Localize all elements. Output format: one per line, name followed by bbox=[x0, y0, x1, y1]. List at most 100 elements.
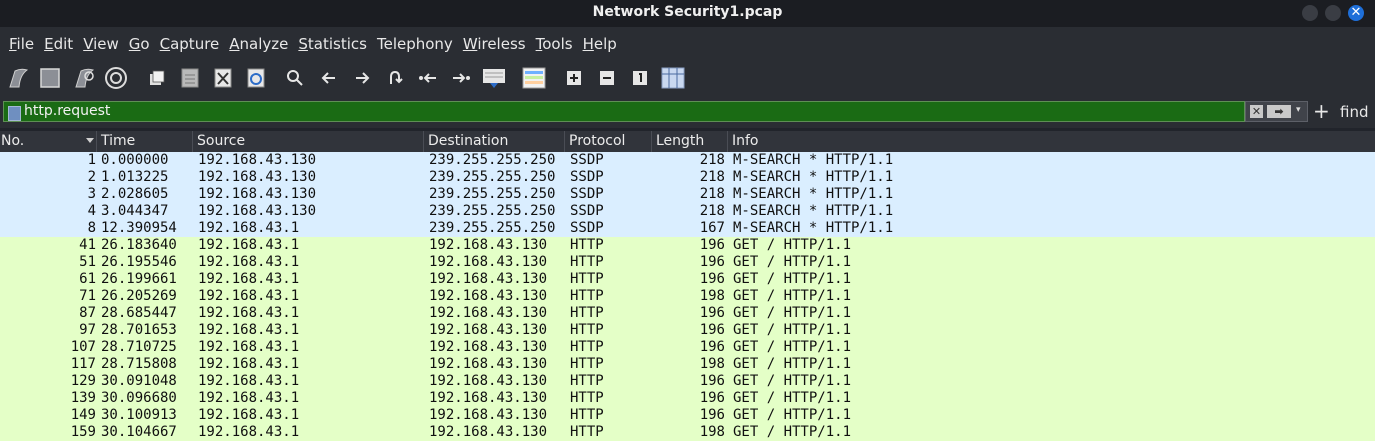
packet-row[interactable]: 8 12.390954 192.168.43.1 239.255.255.250 SSD… bbox=[0, 220, 1375, 237]
packet-cell-dst: 239.255.255.250 bbox=[429, 220, 556, 236]
clear-filter-icon[interactable]: ✕ bbox=[1250, 105, 1263, 118]
packet-cell-proto: HTTP bbox=[570, 271, 604, 287]
packet-cell-proto: SSDP bbox=[570, 186, 604, 202]
column-header-destination[interactable]: Destination bbox=[424, 131, 565, 152]
packet-row[interactable]: 41 26.183640 192.168.43.1 192.168.43.130 HTT… bbox=[0, 237, 1375, 254]
open-file-icon[interactable] bbox=[144, 65, 170, 91]
packet-cell-no: 2 bbox=[87, 169, 96, 185]
packet-row[interactable]: 139 30.096680 192.168.43.1 192.168.43.130 HT… bbox=[0, 390, 1375, 407]
capture-options-icon[interactable] bbox=[103, 65, 129, 91]
colorize-icon[interactable] bbox=[521, 65, 547, 91]
column-header-length[interactable]: Length bbox=[652, 131, 728, 152]
title-bar: Network Security1.pcap ✕ bbox=[0, 0, 1375, 27]
packet-cell-info: M-SEARCH * HTTP/1.1 bbox=[733, 152, 894, 168]
packet-row[interactable]: 87 28.685447 192.168.43.1 192.168.43.130 HTT… bbox=[0, 305, 1375, 322]
restart-capture-icon[interactable] bbox=[71, 65, 97, 91]
packet-cell-dst: 192.168.43.130 bbox=[429, 288, 548, 304]
menu-label: elp bbox=[593, 34, 617, 53]
go-back-icon[interactable] bbox=[316, 65, 342, 91]
packet-cell-time: 26.199661 bbox=[101, 271, 177, 287]
packet-row[interactable]: 51 26.195546 192.168.43.1 192.168.43.130 HTT… bbox=[0, 254, 1375, 271]
zoom-out-icon[interactable] bbox=[594, 65, 620, 91]
packet-cell-info: GET / HTTP/1.1 bbox=[733, 373, 852, 389]
maximize-button[interactable] bbox=[1325, 5, 1341, 21]
packet-row[interactable]: 107 28.710725 192.168.43.1 192.168.43.130 HT… bbox=[0, 339, 1375, 356]
stop-capture-icon[interactable] bbox=[37, 65, 63, 91]
packet-cell-src: 192.168.43.1 bbox=[198, 288, 300, 304]
packet-row[interactable]: 71 26.205269 192.168.43.1 192.168.43.130 HTT… bbox=[0, 288, 1375, 305]
packet-row[interactable]: 3 2.028605 192.168.43.130 239.255.255.250 SS… bbox=[0, 186, 1375, 203]
column-header-label: Length bbox=[656, 133, 705, 149]
packet-cell-no: 1 bbox=[87, 152, 96, 168]
last-packet-icon[interactable] bbox=[448, 65, 474, 91]
packet-cell-proto: HTTP bbox=[570, 305, 604, 321]
packet-row[interactable]: 149 30.100913 192.168.43.1 192.168.43.130 HT… bbox=[0, 407, 1375, 424]
find-button[interactable]: find bbox=[1340, 103, 1368, 121]
column-header-no[interactable]: No. bbox=[0, 131, 97, 152]
column-header-protocol[interactable]: Protocol bbox=[565, 131, 652, 152]
find-packet-icon[interactable] bbox=[282, 65, 308, 91]
packet-cell-len: 196 bbox=[699, 373, 725, 389]
packet-cell-info: GET / HTTP/1.1 bbox=[733, 254, 852, 270]
menu-view[interactable]: View bbox=[82, 33, 120, 55]
filter-bookmark-icon[interactable] bbox=[8, 106, 21, 121]
display-filter-input[interactable]: http.request bbox=[3, 101, 1245, 122]
packet-row[interactable]: 1 0.000000 192.168.43.130 239.255.255.250 SS… bbox=[0, 152, 1375, 169]
packet-row[interactable]: 4 3.044347 192.168.43.130 239.255.255.250 SS… bbox=[0, 203, 1375, 220]
autoscroll-icon[interactable] bbox=[481, 65, 507, 91]
packet-row[interactable]: 129 30.091048 192.168.43.1 192.168.43.130 HT… bbox=[0, 373, 1375, 390]
packet-cell-len: 196 bbox=[699, 271, 725, 287]
apply-filter-icon[interactable]: ➡ bbox=[1267, 105, 1291, 118]
menu-bar: File Edit View Go Capture Analyze Statistics Te… bbox=[0, 27, 1375, 60]
close-file-icon[interactable] bbox=[210, 65, 236, 91]
window-title: Network Security1.pcap bbox=[592, 4, 783, 20]
packet-row[interactable]: 159 30.104667 192.168.43.1 192.168.43.130 HT… bbox=[0, 424, 1375, 441]
add-filter-button[interactable]: + bbox=[1313, 99, 1330, 123]
packet-cell-no: 149 bbox=[70, 407, 96, 423]
packet-row[interactable]: 61 26.199661 192.168.43.1 192.168.43.130 HTT… bbox=[0, 271, 1375, 288]
packet-cell-len: 196 bbox=[699, 390, 725, 406]
packet-row[interactable]: 2 1.013225 192.168.43.130 239.255.255.250 SS… bbox=[0, 169, 1375, 186]
menu-help[interactable]: Help bbox=[582, 33, 618, 55]
save-file-icon[interactable] bbox=[177, 65, 203, 91]
close-window-button[interactable]: ✕ bbox=[1348, 5, 1364, 21]
menu-mnemonic: G bbox=[128, 34, 141, 53]
packet-row[interactable]: 97 28.701653 192.168.43.1 192.168.43.130 HTT… bbox=[0, 322, 1375, 339]
packet-cell-dst: 239.255.255.250 bbox=[429, 203, 556, 219]
packet-cell-time: 30.104667 bbox=[101, 424, 177, 440]
packet-cell-time: 3.044347 bbox=[101, 203, 169, 219]
menu-go[interactable]: Go bbox=[128, 33, 151, 55]
start-capture-icon[interactable] bbox=[5, 65, 31, 91]
menu-analyze[interactable]: Analyze bbox=[228, 33, 289, 55]
resize-columns-icon[interactable] bbox=[660, 65, 686, 91]
packet-cell-dst: 192.168.43.130 bbox=[429, 390, 548, 406]
menu-statistics[interactable]: Statistics bbox=[297, 33, 368, 55]
packet-cell-info: GET / HTTP/1.1 bbox=[733, 339, 852, 355]
packet-cell-time: 30.091048 bbox=[101, 373, 177, 389]
menu-edit[interactable]: Edit bbox=[43, 33, 74, 55]
packet-cell-len: 198 bbox=[699, 288, 725, 304]
packet-cell-len: 196 bbox=[699, 237, 725, 253]
column-header-label: Destination bbox=[428, 133, 509, 149]
packet-row[interactable]: 117 28.715808 192.168.43.1 192.168.43.130 HT… bbox=[0, 356, 1375, 373]
column-header-time[interactable]: Time bbox=[97, 131, 193, 152]
filter-history-dropdown-icon[interactable]: ▾ bbox=[1296, 105, 1301, 115]
menu-mnemonic: F bbox=[9, 34, 17, 53]
menu-tools[interactable]: Tools bbox=[535, 33, 574, 55]
packet-cell-no: 117 bbox=[70, 356, 96, 372]
zoom-in-icon[interactable] bbox=[561, 65, 587, 91]
go-forward-icon[interactable] bbox=[349, 65, 375, 91]
first-packet-icon[interactable] bbox=[415, 65, 441, 91]
go-to-packet-icon[interactable] bbox=[382, 65, 408, 91]
column-header-info[interactable]: Info bbox=[728, 131, 1375, 152]
column-header-source[interactable]: Source bbox=[193, 131, 424, 152]
normal-size-icon[interactable] bbox=[627, 65, 653, 91]
packet-cell-proto: HTTP bbox=[570, 390, 604, 406]
menu-telephony[interactable]: Telephony bbox=[376, 33, 454, 55]
reload-file-icon[interactable] bbox=[243, 65, 269, 91]
menu-file[interactable]: File bbox=[8, 33, 35, 55]
menu-wireless[interactable]: Wireless bbox=[462, 33, 527, 55]
minimize-button[interactable] bbox=[1302, 5, 1318, 21]
packet-cell-info: M-SEARCH * HTTP/1.1 bbox=[733, 220, 894, 236]
menu-capture[interactable]: Capture bbox=[159, 33, 221, 55]
